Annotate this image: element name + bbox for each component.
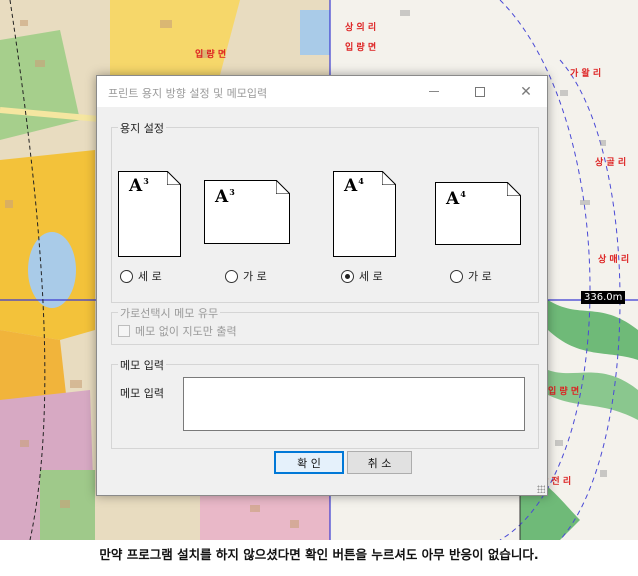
map-label: 입 량 면 [548,387,580,397]
folded-corner-icon [507,182,521,196]
radio-label: 세 로 [138,270,162,283]
print-settings-dialog: 프린트 용지 방향 설정 및 메모입력 ✕ 용지 설정 A3 A3 A4 A4 … [96,75,548,496]
map-label: 상 매 리 [598,255,630,265]
memo-input-group: 메모 입력 메모 입력 [111,357,539,449]
memo-textarea[interactable] [183,377,525,431]
radio-label: 가 로 [468,270,492,283]
radio-indicator[interactable] [120,269,133,283]
scale-readout: 336.0m [581,291,626,304]
maximize-button[interactable] [457,76,503,107]
close-button[interactable]: ✕ [503,76,549,107]
paper-a3-landscape-icon: A3 [204,180,290,244]
map-label: 상 골 리 [595,158,627,168]
radio-a4-landscape[interactable]: 가 로 [450,268,492,284]
folded-corner-icon [382,171,396,185]
radio-indicator[interactable] [341,269,354,283]
folded-corner-icon [276,180,290,194]
ok-button[interactable]: 확 인 [274,451,344,474]
paper-label: A4 [446,189,466,209]
minimize-button[interactable] [411,76,457,107]
map-label: 입 량 면 [195,50,227,60]
map-only-checkbox-row[interactable]: 메모 없이 지도만 출력 [118,323,237,339]
minimize-icon [429,91,439,92]
radio-label: 가 로 [243,270,267,283]
paper-a4-portrait-icon: A4 [333,171,396,257]
paper-label: A3 [129,176,149,196]
folded-corner-icon [167,171,181,185]
map-label: 상 의 리 [345,23,377,33]
maximize-icon [475,86,485,97]
memo-field-label: 메모 입력 [120,387,164,400]
caption-text: 만약 프로그램 설치를 하지 않으셨다면 확인 버튼을 누르셔도 아무 반응이 … [0,540,638,576]
map-label: 입 량 면 [345,43,377,53]
map-only-checkbox-label: 메모 없이 지도만 출력 [135,325,237,338]
paper-settings-group: 용지 설정 A3 A3 A4 A4 세 로 가 로 세 로 가 로 [111,120,539,303]
radio-indicator[interactable] [225,269,238,283]
map-label: 가 왈 리 [570,69,602,79]
memo-option-legend: 가로선택시 메모 유무 [118,305,221,321]
close-icon: ✕ [520,83,532,100]
radio-a4-portrait[interactable]: 세 로 [341,268,383,284]
title-bar[interactable]: 프린트 용지 방향 설정 및 메모입력 ✕ [97,76,547,107]
radio-a3-landscape[interactable]: 가 로 [225,268,267,284]
memo-option-group: 가로선택시 메모 유무 메모 없이 지도만 출력 [111,305,539,345]
paper-a4-landscape-icon: A4 [435,182,521,245]
resize-grip-icon[interactable] [537,485,545,493]
map-only-checkbox[interactable] [118,325,130,337]
cancel-button[interactable]: 취 소 [347,451,412,474]
radio-label: 세 로 [359,270,383,283]
paper-label: A4 [344,176,364,196]
radio-indicator[interactable] [450,269,463,283]
dialog-body: 용지 설정 A3 A3 A4 A4 세 로 가 로 세 로 가 로 가로선택시 … [97,107,547,495]
paper-a3-portrait-icon: A3 [118,171,181,257]
memo-input-legend: 메모 입력 [118,357,166,373]
dialog-title: 프린트 용지 방향 설정 및 메모입력 [108,87,268,100]
radio-a3-portrait[interactable]: 세 로 [120,268,162,284]
paper-settings-legend: 용지 설정 [118,120,166,136]
paper-label: A3 [215,187,235,207]
